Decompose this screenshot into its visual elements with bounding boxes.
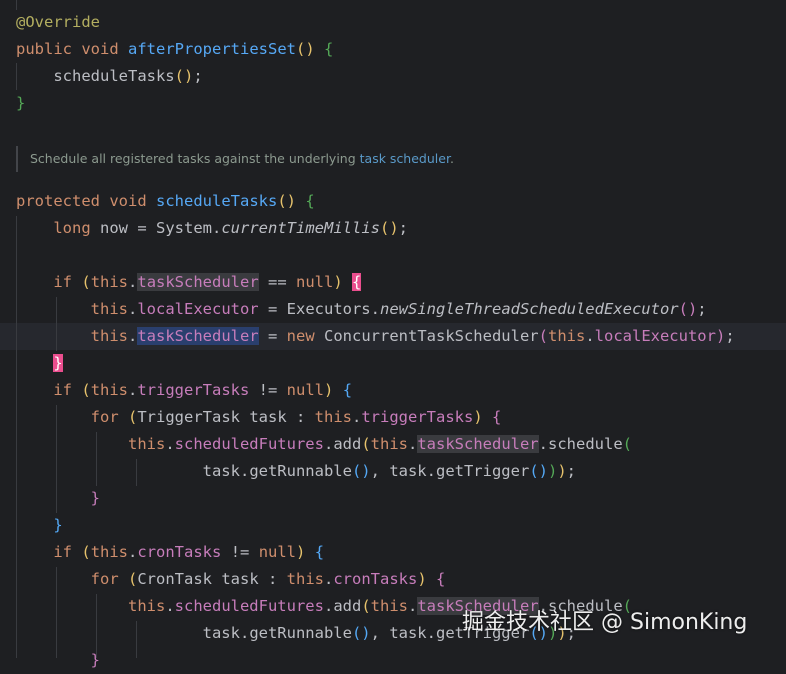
- code-line: if (this.triggerTasks != null) {: [53, 381, 353, 399]
- code-line: protected void scheduleTasks() {: [16, 192, 315, 210]
- code-line: }: [90, 489, 100, 507]
- code-line: task.getRunnable(), task.getTrigger()));: [202, 462, 577, 480]
- code-line: public void afterPropertiesSet() {: [16, 40, 334, 58]
- code-line: long now = System.currentTimeMillis();: [53, 219, 408, 237]
- brace-match: {: [352, 273, 362, 291]
- brace-match: }: [53, 354, 63, 372]
- code-line: if (this.taskScheduler == null) {: [53, 273, 362, 291]
- code-line: }: [53, 516, 63, 534]
- watermark: 掘金技术社区 @ SimonKing: [462, 610, 748, 635]
- doc-comment-bar: [16, 146, 18, 172]
- code-line: scheduleTasks();: [53, 67, 203, 85]
- code-line: }: [16, 94, 26, 112]
- code-line: @Override: [16, 13, 100, 31]
- code-line: this.localExecutor = Executors.newSingle…: [90, 300, 707, 318]
- code-editor[interactable]: @Override public void afterPropertiesSet…: [0, 0, 786, 669]
- doc-comment: Schedule all registered tasks against th…: [30, 151, 454, 166]
- code-line: for (TriggerTask task : this.triggerTask…: [90, 408, 502, 426]
- code-line: }: [90, 651, 100, 669]
- code-line: this.scheduledFutures.add(this.taskSched…: [127, 435, 632, 453]
- code-line: }: [16, 350, 63, 377]
- code-line-current: this.taskScheduler = new ConcurrentTaskS…: [90, 327, 735, 345]
- code-line: for (CronTask task : this.cronTasks) {: [90, 570, 446, 588]
- code-line: if (this.cronTasks != null) {: [53, 543, 325, 561]
- doc-link-task-scheduler[interactable]: task scheduler: [360, 151, 450, 166]
